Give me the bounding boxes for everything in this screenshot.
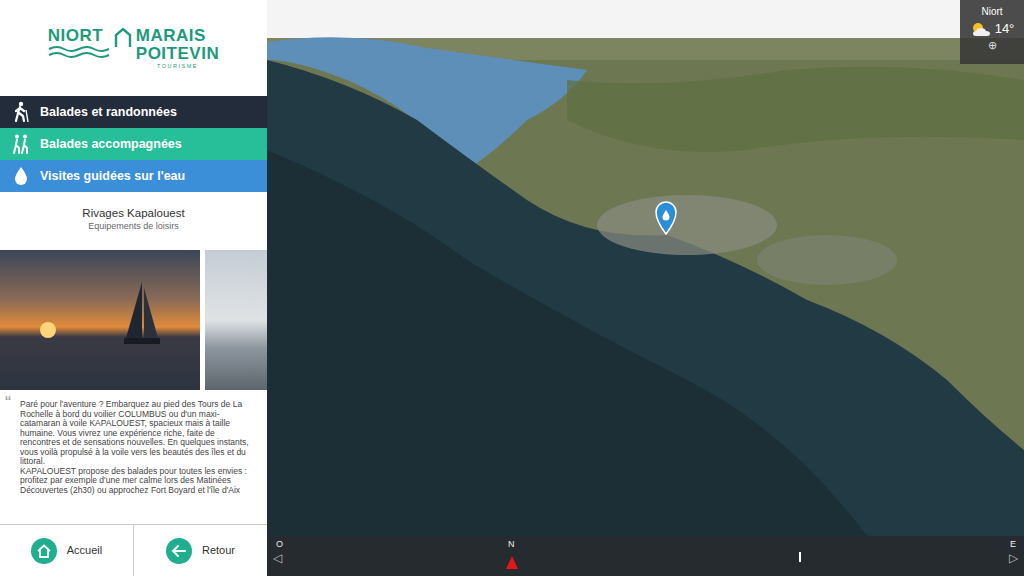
compass-label: E bbox=[1010, 539, 1016, 549]
rotate-left-button[interactable]: ◁ bbox=[273, 551, 282, 565]
water-icon bbox=[10, 165, 32, 187]
weather-temperature: 14° bbox=[995, 21, 1015, 37]
footer-nav: Accueil Retour bbox=[0, 524, 267, 576]
map-canvas[interactable]: Niort 14° ⊕ bbox=[267, 0, 1024, 536]
house-icon bbox=[114, 27, 132, 49]
compass-bar[interactable]: ◁ ▷ O N E bbox=[267, 536, 1024, 576]
menu-label: Visites guidées sur l'eau bbox=[40, 167, 185, 186]
place-header: Rivages Kapalouest Equipements de loisir… bbox=[0, 192, 267, 250]
compass-label: N bbox=[508, 539, 515, 549]
description: “ Paré pour l'aventure ? Embarquez au pi… bbox=[0, 390, 267, 524]
brand-right-bottom: POITEVIN bbox=[136, 45, 219, 63]
description-paragraph: Paré pour l'aventure ? Embarquez au pied… bbox=[20, 400, 253, 467]
quote-icon: “ bbox=[5, 394, 11, 412]
place-title: Rivages Kapalouest bbox=[0, 206, 267, 220]
menu-item[interactable]: Visites guidées sur l'eau bbox=[0, 160, 267, 192]
terrain bbox=[267, 0, 1024, 536]
brand-left: NIORT bbox=[48, 27, 103, 45]
button-label: Retour bbox=[202, 542, 235, 559]
compass-label: O bbox=[276, 539, 283, 549]
photo[interactable] bbox=[0, 250, 200, 390]
app: NIORT MARAIS POITEVIN TOURISME Balades e… bbox=[0, 0, 1024, 576]
brand-tagline: TOURISME bbox=[136, 63, 219, 70]
waves-icon bbox=[48, 45, 110, 59]
rotate-right-button[interactable]: ▷ bbox=[1009, 551, 1018, 565]
place-category: Equipements de loisirs bbox=[0, 220, 267, 232]
back-button[interactable]: Retour bbox=[133, 525, 267, 576]
brand-right-top: MARAIS bbox=[136, 27, 206, 45]
home-button[interactable]: Accueil bbox=[0, 525, 133, 576]
side-panel: NIORT MARAIS POITEVIN TOURISME Balades e… bbox=[0, 0, 267, 576]
photo[interactable] bbox=[205, 250, 267, 390]
map-view: Niort 14° ⊕ ◁ ▷ O N E bbox=[267, 0, 1024, 576]
heading-marker-icon bbox=[506, 556, 518, 569]
button-label: Accueil bbox=[67, 542, 102, 559]
compass-tick bbox=[799, 552, 801, 562]
category-menu: Balades et randonnées Balades accompagnée… bbox=[0, 96, 267, 192]
menu-label: Balades et randonnées bbox=[40, 103, 177, 122]
menu-item[interactable]: Balades accompagnées bbox=[0, 128, 267, 160]
group-icon bbox=[10, 133, 32, 155]
brand-logo[interactable]: NIORT MARAIS POITEVIN TOURISME bbox=[0, 0, 267, 96]
hiking-icon bbox=[10, 101, 32, 123]
map-pin[interactable] bbox=[655, 201, 677, 235]
home-icon bbox=[31, 538, 57, 564]
photo-carousel[interactable] bbox=[0, 250, 267, 390]
description-paragraph: KAPALOUEST propose des balades pour tout… bbox=[20, 467, 253, 496]
sun-cloud-icon bbox=[970, 21, 992, 37]
weather-more-button[interactable]: ⊕ bbox=[960, 39, 1024, 51]
weather-city: Niort bbox=[960, 6, 1024, 18]
back-icon bbox=[166, 538, 192, 564]
menu-label: Balades accompagnées bbox=[40, 135, 182, 154]
weather-widget[interactable]: Niort 14° ⊕ bbox=[960, 0, 1024, 64]
menu-item[interactable]: Balades et randonnées bbox=[0, 96, 267, 128]
